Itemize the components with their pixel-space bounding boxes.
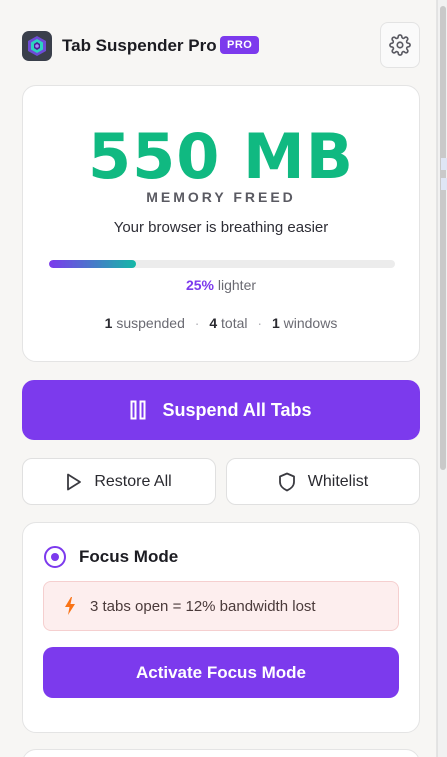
hexagon-logo-icon [22,31,52,61]
lighter-percent: 25% [185,277,214,293]
memory-progress-fill [49,260,136,268]
memory-freed-value: 550 MB [88,120,354,193]
app-title: Tab Suspender Pro [62,36,217,55]
bandwidth-warning-text: 3 tabs open = 12% bandwidth lost [90,597,316,615]
scrollbar-thumb[interactable] [440,6,446,470]
pause-bars-icon [130,400,146,420]
header: Tab Suspender Pro PRO [22,22,420,68]
lighter-label: lighter [217,277,257,293]
total-label: total [221,315,248,331]
memory-stats-card: 550 MB MEMORY FREED Your browser is brea… [22,85,420,362]
restore-all-label: Restore All [94,472,172,490]
activate-focus-mode-label: Activate Focus Mode [135,662,307,682]
lightning-bolt-icon [65,597,75,615]
focus-mode-card: Focus Mode 3 tabs open = 12% bandwidth l… [22,522,420,733]
play-icon [67,473,82,490]
next-card [22,749,420,757]
settings-button[interactable] [380,22,420,68]
activate-focus-mode-button[interactable]: Activate Focus Mode [43,647,399,698]
pro-badge: PRO [220,36,260,54]
lighter-text: 25% lighter [23,277,419,293]
restore-all-button[interactable]: Restore All [22,458,216,505]
whitelist-button[interactable]: Whitelist [226,458,420,505]
suspend-all-label: Suspend All Tabs [162,399,312,420]
tab-counts: 1 suspended · 4 total · 1 windows [23,315,419,331]
windows-count: 1 [271,315,280,331]
popup-panel: Tab Suspender Pro PRO 550 MB MEMORY FREE… [0,0,437,757]
separator-dot: · [257,315,263,331]
bandwidth-warning: 3 tabs open = 12% bandwidth lost [43,581,399,631]
target-icon [44,546,66,568]
scrollbar[interactable] [437,0,447,757]
windows-label: windows [283,315,338,331]
gear-icon [389,34,411,56]
focus-mode-header: Focus Mode [43,545,178,569]
edge-marker [441,178,447,190]
focus-mode-title: Focus Mode [79,547,179,566]
stats-tagline: Your browser is breathing easier [113,219,329,236]
edge-marker [441,158,447,170]
memory-freed-label: MEMORY FREED [146,189,296,205]
suspended-label: suspended [116,315,185,331]
suspended-count: 1 [104,315,113,331]
shield-icon [278,472,295,491]
whitelist-label: Whitelist [307,472,369,490]
memory-progress-bar [49,260,395,268]
separator-dot: · [194,315,200,331]
total-count: 4 [209,315,218,331]
suspend-all-button[interactable]: Suspend All Tabs [22,380,420,440]
